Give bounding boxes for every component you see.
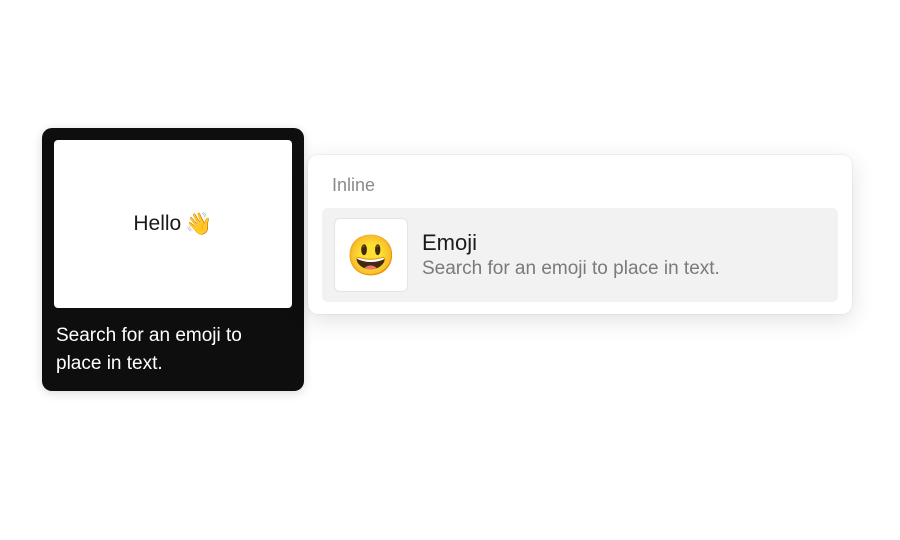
menu-item-title: Emoji	[422, 230, 720, 256]
wave-emoji-icon: 👋	[185, 213, 212, 235]
menu-item-body: Emoji Search for an emoji to place in te…	[422, 230, 720, 280]
tooltip-card: Hello 👋 Search for an emoji to place in …	[42, 128, 304, 391]
menu-item-emoji[interactable]: 😃 Emoji Search for an emoji to place in …	[322, 208, 838, 302]
menu-section-label: Inline	[318, 167, 842, 208]
tooltip-caption: Search for an emoji to place in text.	[54, 322, 292, 379]
tooltip-preview-text: Hello 👋	[133, 212, 212, 236]
smile-emoji-icon: 😃	[334, 218, 408, 292]
menu-item-description: Search for an emoji to place in text.	[422, 258, 720, 280]
slash-menu-panel: Inline 😃 Emoji Search for an emoji to pl…	[308, 155, 852, 314]
tooltip-preview-word: Hello	[133, 212, 181, 236]
tooltip-preview: Hello 👋	[54, 140, 292, 308]
